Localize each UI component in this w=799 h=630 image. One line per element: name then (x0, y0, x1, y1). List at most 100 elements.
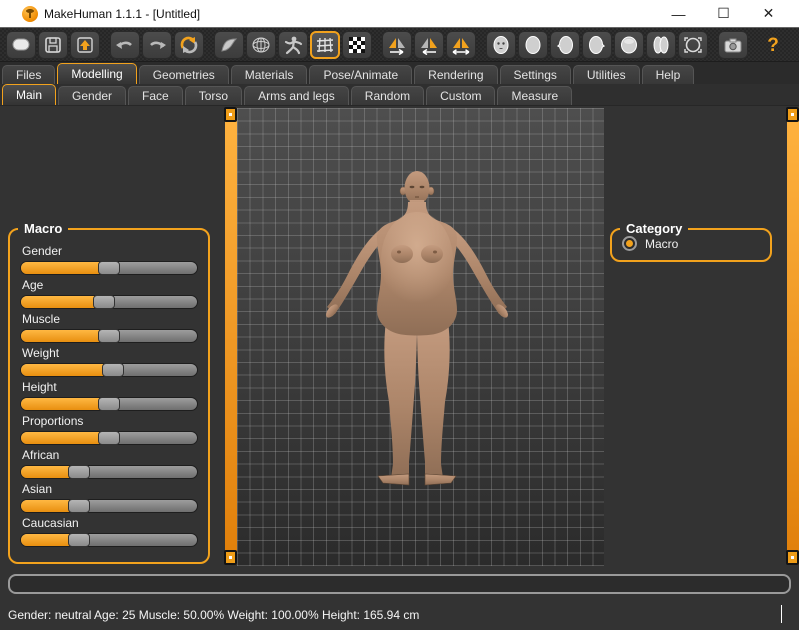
minimize-button[interactable]: — (656, 1, 701, 27)
grid-button[interactable] (310, 31, 340, 59)
subtab-arms-and-legs[interactable]: Arms and legs (244, 86, 349, 105)
save-file-button[interactable] (38, 31, 68, 59)
undo-button[interactable] (110, 31, 140, 59)
slider-weight: Weight (20, 346, 198, 377)
human-model[interactable] (322, 170, 512, 500)
slider-label: Weight (22, 346, 198, 360)
back-view-button[interactable] (518, 31, 548, 59)
background-checker-icon (346, 35, 368, 55)
slider-track[interactable] (20, 533, 198, 547)
tab-materials[interactable]: Materials (231, 65, 308, 84)
slider-handle[interactable] (98, 261, 120, 275)
smooth-button[interactable] (214, 31, 244, 59)
slider-track[interactable] (20, 295, 198, 309)
right-splitter-bar[interactable] (787, 107, 799, 565)
mirror-right-button[interactable] (382, 31, 412, 59)
grab-screenshot-icon (722, 35, 744, 55)
load-file-button[interactable] (70, 31, 100, 59)
radio-selected-dot (626, 240, 633, 247)
slider-track[interactable] (20, 397, 198, 411)
splitter-grip-icon[interactable] (786, 550, 799, 565)
subtab-main[interactable]: Main (2, 84, 56, 105)
slider-label: Gender (22, 244, 198, 258)
slider-track[interactable] (20, 261, 198, 275)
progress-area (0, 568, 799, 600)
grab-screenshot-button[interactable] (718, 31, 748, 59)
background-checker-button[interactable] (342, 31, 372, 59)
mirror-left-button[interactable] (414, 31, 444, 59)
subtab-gender[interactable]: Gender (58, 86, 126, 105)
subtab-measure[interactable]: Measure (497, 86, 572, 105)
slider-fill (21, 262, 109, 274)
slider-label: African (22, 448, 198, 462)
global-camera-icon (682, 35, 704, 55)
mirror-both-button[interactable] (446, 31, 476, 59)
slider-fill (21, 330, 109, 342)
radio-button-icon[interactable] (622, 236, 637, 251)
right-view-button[interactable] (582, 31, 612, 59)
slider-track[interactable] (20, 431, 198, 445)
tab-files[interactable]: Files (2, 65, 55, 84)
category-option-macro[interactable]: Macro (622, 236, 760, 251)
slider-handle[interactable] (68, 533, 90, 547)
slider-handle[interactable] (68, 465, 90, 479)
left-splitter-bar[interactable] (225, 107, 237, 565)
front-view-button[interactable] (486, 31, 516, 59)
top-view-button[interactable] (614, 31, 644, 59)
pose-button[interactable] (278, 31, 308, 59)
progress-bar (8, 574, 791, 594)
slider-label: Asian (22, 482, 198, 496)
new-file-icon (10, 35, 32, 55)
tab-help[interactable]: Help (642, 65, 695, 84)
slider-handle[interactable] (68, 499, 90, 513)
text-cursor (781, 605, 782, 623)
splitter-grip-icon[interactable] (224, 107, 237, 122)
subtab-face[interactable]: Face (128, 86, 183, 105)
save-file-icon (42, 35, 64, 55)
tab-pose-animate[interactable]: Pose/Animate (309, 65, 412, 84)
stereo-view-button[interactable] (646, 31, 676, 59)
slider-handle[interactable] (98, 397, 120, 411)
tab-utilities[interactable]: Utilities (573, 65, 640, 84)
toolbar-group (718, 31, 748, 59)
tab-geometries[interactable]: Geometries (139, 65, 229, 84)
window-title: MakeHuman 1.1.1 - [Untitled] (44, 7, 200, 21)
splitter-grip-icon[interactable] (224, 550, 237, 565)
tab-settings[interactable]: Settings (500, 65, 571, 84)
maximize-button[interactable]: ☐ (701, 1, 746, 27)
close-button[interactable]: ✕ (746, 1, 791, 27)
slider-handle[interactable] (98, 329, 120, 343)
tab-modelling[interactable]: Modelling (57, 63, 136, 84)
splitter-grip-icon[interactable] (786, 107, 799, 122)
global-camera-button[interactable] (678, 31, 708, 59)
slider-handle[interactable] (93, 295, 115, 309)
slider-caucasian: Caucasian (20, 516, 198, 547)
new-file-button[interactable] (6, 31, 36, 59)
wireframe-button[interactable] (246, 31, 276, 59)
radio-label: Macro (645, 237, 678, 251)
slider-handle[interactable] (102, 363, 124, 377)
subtab-torso[interactable]: Torso (185, 86, 242, 105)
makehuman-window: MakeHuman 1.1.1 - [Untitled] — ☐ ✕ ? Fil… (0, 0, 799, 630)
slider-label: Caucasian (22, 516, 198, 530)
left-view-button[interactable] (550, 31, 580, 59)
reset-button[interactable] (174, 31, 204, 59)
tab-rendering[interactable]: Rendering (414, 65, 497, 84)
main-content: Macro GenderAgeMuscleWeightHeightProport… (0, 106, 799, 568)
slider-label: Muscle (22, 312, 198, 326)
slider-track[interactable] (20, 465, 198, 479)
redo-button[interactable] (142, 31, 172, 59)
slider-label: Height (22, 380, 198, 394)
stereo-view-icon (650, 35, 672, 55)
help-icon: ? (762, 34, 784, 56)
toolbar-group (214, 31, 372, 59)
subtab-custom[interactable]: Custom (426, 86, 495, 105)
help-button[interactable]: ? (758, 31, 788, 59)
slider-track[interactable] (20, 499, 198, 513)
slider-track[interactable] (20, 329, 198, 343)
status-text: Gender: neutral Age: 25 Muscle: 50.00% W… (8, 608, 419, 622)
slider-handle[interactable] (98, 431, 120, 445)
subtab-random[interactable]: Random (351, 86, 424, 105)
slider-track[interactable] (20, 363, 198, 377)
viewport-3d[interactable] (237, 108, 604, 566)
